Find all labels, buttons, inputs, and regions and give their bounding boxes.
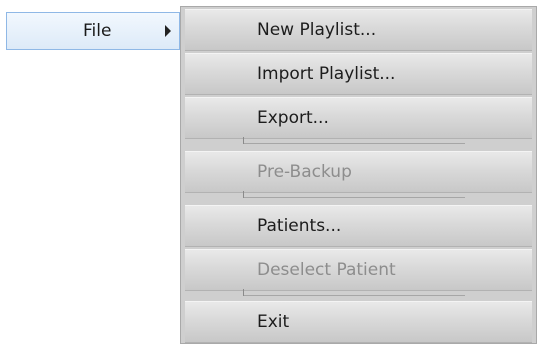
menu-stage: File New Playlist... Import Playlist... …: [0, 0, 545, 349]
menu-item-label: Pre-Backup: [257, 162, 352, 182]
menu-item-file-label: File: [83, 21, 112, 41]
menu-item-export[interactable]: Export...: [185, 97, 532, 139]
file-submenu: New Playlist... Import Playlist... Expor…: [180, 6, 537, 344]
menu-item-patients[interactable]: Patients...: [185, 205, 532, 247]
menu-separator: [243, 197, 465, 198]
menu-item-label: Patients...: [257, 216, 342, 236]
menu-item-import-playlist[interactable]: Import Playlist...: [185, 53, 532, 95]
menu-item-new-playlist[interactable]: New Playlist...: [185, 9, 532, 51]
menu-separator: [243, 143, 465, 144]
menu-item-label: Import Playlist...: [257, 64, 396, 84]
menu-item-file[interactable]: File: [6, 12, 180, 50]
menu-item-label: Deselect Patient: [257, 260, 396, 280]
menu-item-pre-backup: Pre-Backup: [185, 151, 532, 193]
menu-item-label: New Playlist...: [257, 20, 377, 40]
menu-item-exit[interactable]: Exit: [185, 301, 532, 343]
submenu-arrow-icon: [165, 25, 171, 37]
menu-separator-tick: [243, 191, 244, 198]
menu-separator: [243, 295, 465, 296]
menu-item-deselect-patient: Deselect Patient: [185, 249, 532, 291]
menu-item-label: Exit: [257, 312, 290, 332]
menu-separator-tick: [243, 289, 244, 296]
menu-item-label: Export...: [257, 108, 329, 128]
menu-separator-tick: [243, 137, 244, 144]
